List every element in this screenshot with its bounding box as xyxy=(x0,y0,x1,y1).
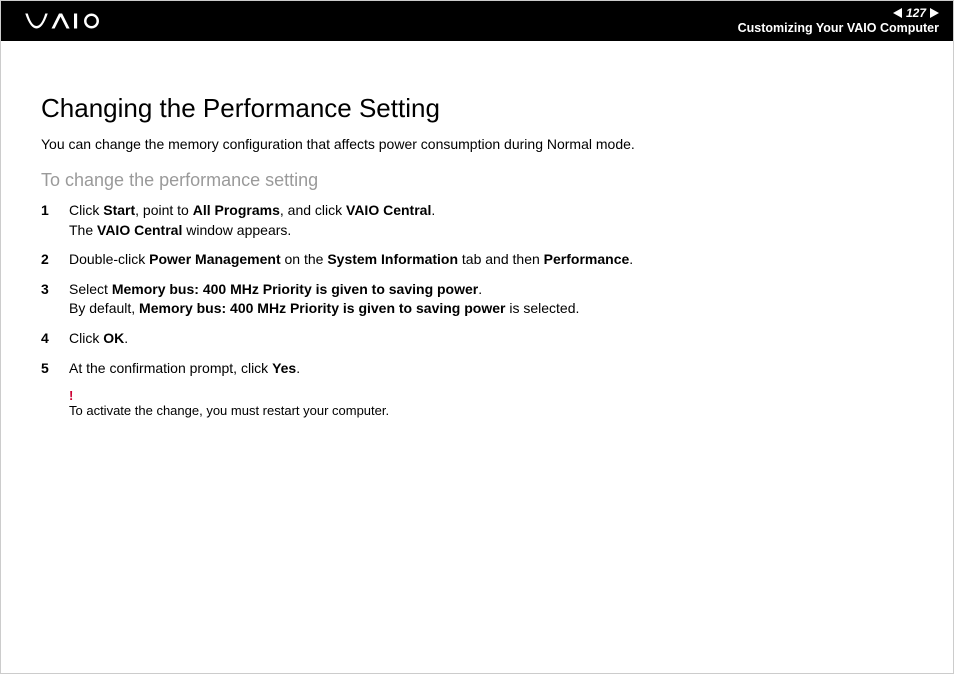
note-mark: ! xyxy=(69,388,913,403)
subtitle: To change the performance setting xyxy=(41,170,913,191)
header-bar: 127 Customizing Your VAIO Computer xyxy=(1,1,953,41)
page-nav: 127 xyxy=(893,6,939,20)
step-item: Click OK. xyxy=(41,329,913,349)
note-block: ! To activate the change, you must resta… xyxy=(69,388,913,418)
step-item: Click Start, point to All Programs, and … xyxy=(41,201,913,240)
step-item: At the confirmation prompt, click Yes. xyxy=(41,359,913,379)
steps-list: Click Start, point to All Programs, and … xyxy=(41,201,913,378)
page-number: 127 xyxy=(906,6,926,20)
section-label: Customizing Your VAIO Computer xyxy=(738,21,939,36)
vaio-logo xyxy=(19,11,129,31)
step-item: Double-click Power Management on the Sys… xyxy=(41,250,913,270)
nav-prev-icon[interactable] xyxy=(893,8,902,18)
page-title: Changing the Performance Setting xyxy=(41,93,913,124)
step-item: Select Memory bus: 400 MHz Priority is g… xyxy=(41,280,913,319)
nav-next-icon[interactable] xyxy=(930,8,939,18)
note-text: To activate the change, you must restart… xyxy=(69,403,389,418)
header-right: 127 Customizing Your VAIO Computer xyxy=(738,6,939,35)
content-area: Changing the Performance Setting You can… xyxy=(1,41,953,418)
intro-text: You can change the memory configuration … xyxy=(41,136,913,152)
